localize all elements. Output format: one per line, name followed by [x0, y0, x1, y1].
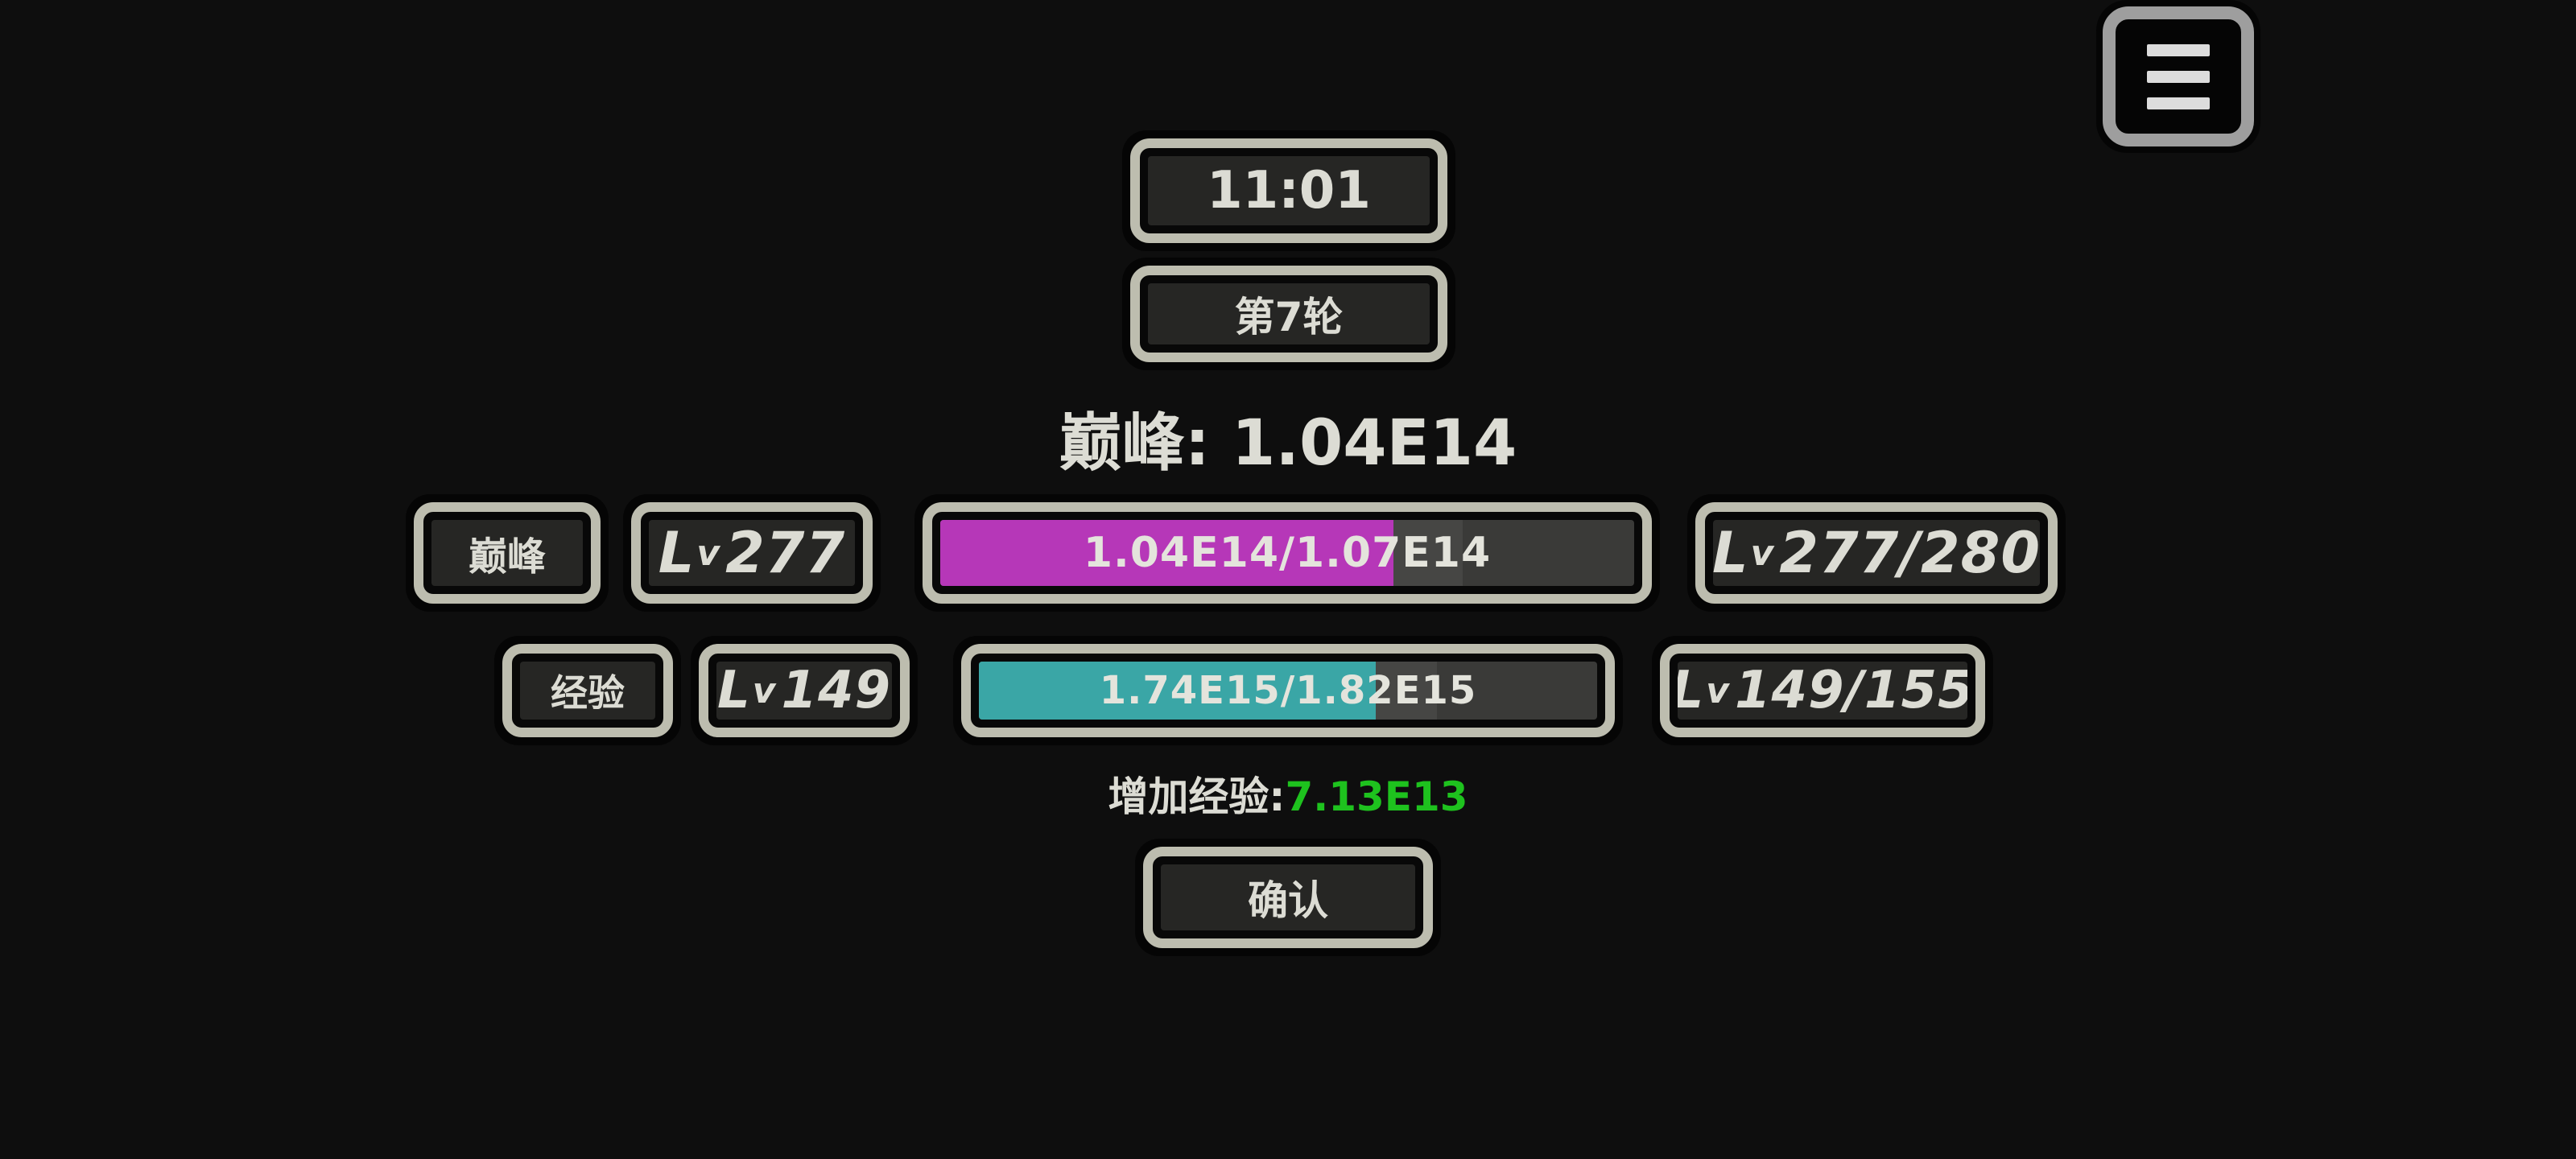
exp-gain-value: 7.13E13 [1285, 773, 1468, 820]
peak-summary-label: 巅峰 [1059, 407, 1185, 480]
timer-panel: 11:01 [1122, 130, 1455, 251]
exp-progress-track: 1.74E15/1.82E15 [979, 662, 1597, 720]
peak-level-range-badge: Lv 277/280 [1687, 494, 2066, 612]
exp-level-range-value: 149/155 [1734, 662, 1967, 720]
peak-lv-prefix: L [658, 520, 696, 586]
exp-gain-label: 增加经验: [1108, 773, 1286, 820]
peak-tag-text: 巅峰 [431, 520, 583, 586]
exp-level-text: Lv 149 [716, 662, 892, 720]
exp-range-lv-sub: v [1706, 670, 1730, 711]
exp-level-value: 149 [781, 662, 892, 720]
exp-level-range-badge: Lv149/155 [1652, 636, 1993, 745]
exp-lv-prefix: L [716, 662, 751, 720]
timer-text: 11:01 [1148, 156, 1430, 225]
round-text: 第7轮 [1148, 283, 1430, 344]
hamburger-menu-icon [2103, 6, 2254, 146]
round-panel: 第7轮 [1122, 258, 1455, 370]
exp-progress-text: 1.74E15/1.82E15 [1099, 668, 1477, 713]
peak-progress-track: 1.04E14/1.07E14 [940, 520, 1634, 586]
peak-summary-separator: : [1184, 407, 1232, 480]
peak-progress-text: 1.04E14/1.07E14 [1083, 529, 1492, 577]
peak-range-lv-prefix: L [1713, 520, 1749, 586]
peak-level-value: 277 [725, 520, 846, 586]
exp-tag-text: 经验 [520, 662, 655, 720]
exp-level-range-text: Lv149/155 [1678, 662, 1967, 720]
peak-summary-value: 1.04E14 [1232, 407, 1517, 480]
confirm-button[interactable]: 确认 [1135, 839, 1441, 956]
peak-summary: 巅峰: 1.04E14 [0, 393, 2576, 483]
confirm-button-label: 确认 [1161, 864, 1415, 930]
exp-range-lv-prefix: L [1678, 662, 1704, 720]
peak-lv-sub: v [696, 532, 721, 574]
exp-progress-bar: 1.74E15/1.82E15 [953, 636, 1623, 745]
peak-range-lv-sub: v [1750, 532, 1775, 574]
peak-level-range-text: Lv 277/280 [1713, 520, 2040, 586]
peak-level-range-value: 277/280 [1779, 520, 2040, 586]
peak-level-text: Lv 277 [649, 520, 855, 586]
peak-tag: 巅峰 [406, 494, 609, 612]
exp-tag: 经验 [494, 636, 681, 745]
menu-button[interactable] [2096, 0, 2260, 153]
peak-progress-bar: 1.04E14/1.07E14 [914, 494, 1660, 612]
exp-lv-sub: v [752, 670, 777, 711]
exp-level-badge: Lv 149 [691, 636, 918, 745]
exp-gain-line: 增加经验:7.13E13 [0, 765, 2576, 823]
peak-level-badge: Lv 277 [623, 494, 881, 612]
